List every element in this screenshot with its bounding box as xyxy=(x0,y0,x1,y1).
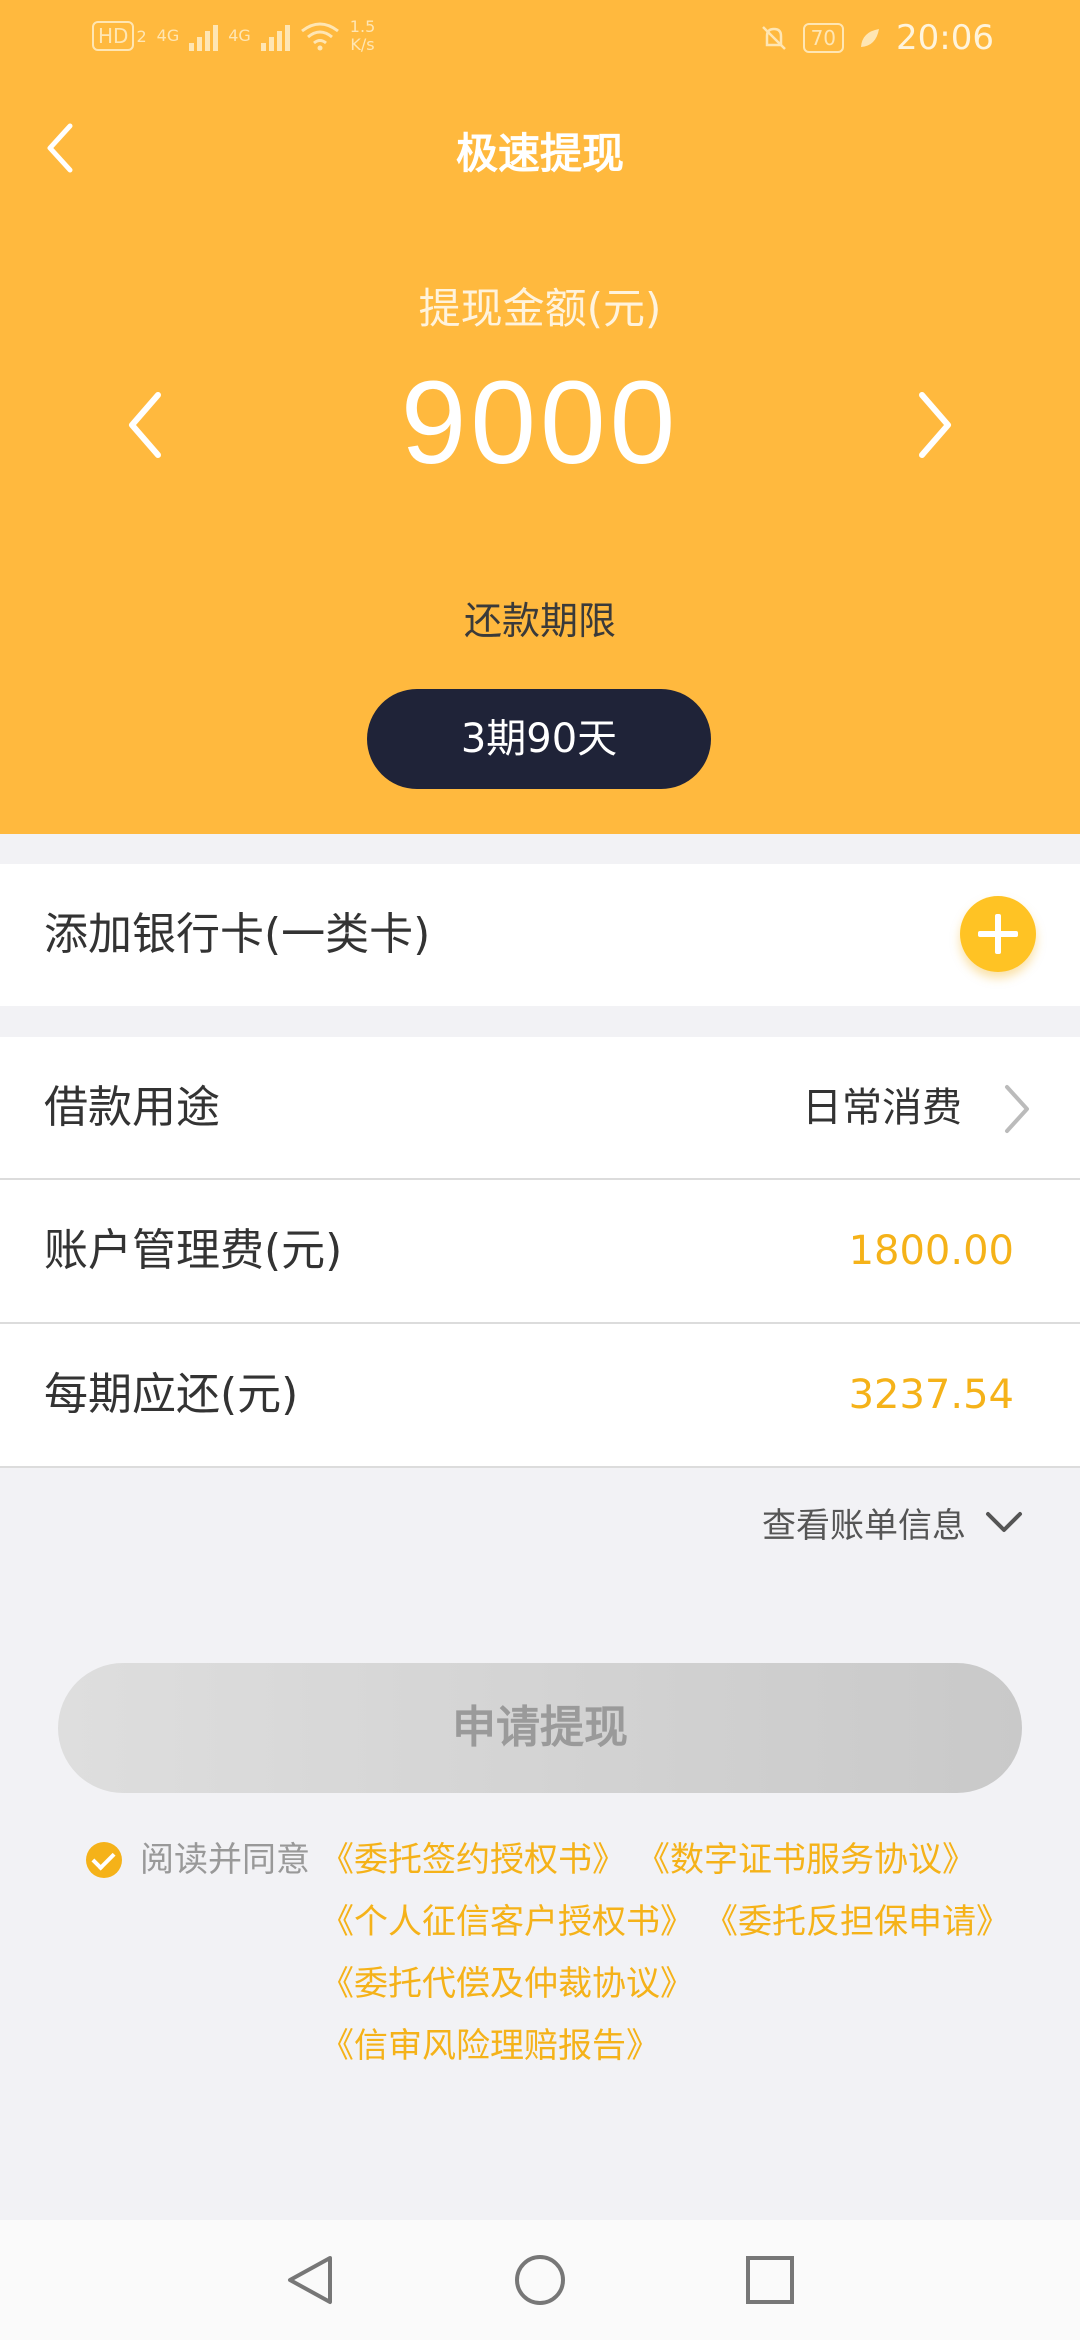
installment-row: 每期应还(元) 3237.54 xyxy=(0,1324,1080,1466)
net-speed-unit: K/s xyxy=(350,35,375,54)
network-type-2: 4G xyxy=(228,26,251,45)
sim-index: 2 xyxy=(136,26,147,46)
net-speed-value: 1.5 xyxy=(349,17,376,36)
add-icon[interactable] xyxy=(960,896,1036,972)
doc-link[interactable]: 《信审风险理赔报告》 xyxy=(320,2022,660,2070)
management-fee-label: 账户管理费(元) xyxy=(44,1225,343,1276)
view-bill-label: 查看账单信息 xyxy=(762,1506,966,1546)
add-bank-card-label: 添加银行卡(一类卡) xyxy=(44,909,431,960)
net-speed: 1.5 K/s xyxy=(350,18,375,54)
mute-bell-icon xyxy=(761,26,786,50)
add-bank-card-row[interactable]: 添加银行卡(一类卡) xyxy=(0,864,1080,1006)
recents-nav-icon[interactable] xyxy=(740,2250,800,2310)
wifi-icon xyxy=(300,22,339,51)
chevron-right-icon xyxy=(1005,1085,1029,1133)
back-nav-icon[interactable] xyxy=(280,2250,340,2310)
doc-link[interactable]: 《委托签约授权书》 xyxy=(320,1836,626,1884)
loan-purpose-value: 日常消费 xyxy=(802,1085,962,1131)
agreement-prefix: 阅读并同意 xyxy=(140,1840,310,1880)
home-nav-icon[interactable] xyxy=(510,2250,570,2310)
leaf-icon xyxy=(861,29,880,47)
divider xyxy=(0,1466,1080,1468)
term-selector-button[interactable]: 3期90天 xyxy=(367,689,711,789)
apply-withdraw-button[interactable]: 申请提现 xyxy=(58,1663,1022,1793)
doc-link[interactable]: 《数字证书服务协议》 xyxy=(636,1836,976,1884)
clock: 20:06 xyxy=(896,18,994,58)
chevron-down-icon xyxy=(986,1511,1022,1532)
loan-purpose-row[interactable]: 借款用途 日常消费 xyxy=(0,1037,1080,1179)
management-fee-value: 1800.00 xyxy=(848,1228,1014,1274)
battery-icon: 70 xyxy=(802,23,845,53)
installment-value: 3237.54 xyxy=(848,1372,1014,1418)
loan-purpose-label: 借款用途 xyxy=(44,1082,220,1133)
system-navigation-bar xyxy=(0,2220,1080,2340)
header-panel: HD 2 4G 4G 1.5 K/s 70 20:06 极速提现 提现金额(元)… xyxy=(0,0,1080,834)
agree-checkbox[interactable] xyxy=(86,1842,122,1878)
hd-badge: HD xyxy=(92,21,135,51)
doc-link[interactable]: 《委托反担保申请》 xyxy=(704,1898,1010,1946)
page-title: 极速提现 xyxy=(455,129,624,178)
status-bar: HD 2 4G 4G 1.5 K/s 70 20:06 xyxy=(0,0,1080,84)
amount-label: 提现金额(元) xyxy=(418,284,662,333)
network-type-1: 4G xyxy=(156,26,180,45)
increase-amount-icon[interactable] xyxy=(910,385,960,465)
installment-label: 每期应还(元) xyxy=(44,1369,299,1420)
doc-link[interactable]: 《委托代偿及仲裁协议》 xyxy=(320,1960,694,2008)
term-label: 还款期限 xyxy=(463,599,616,643)
view-bill-link[interactable]: 查看账单信息 xyxy=(762,1498,1024,1547)
doc-link[interactable]: 《个人征信客户授权书》 xyxy=(320,1898,694,1946)
signal-icon xyxy=(189,21,219,51)
management-fee-row: 账户管理费(元) 1800.00 xyxy=(0,1180,1080,1322)
signal-icon-2 xyxy=(260,21,290,51)
